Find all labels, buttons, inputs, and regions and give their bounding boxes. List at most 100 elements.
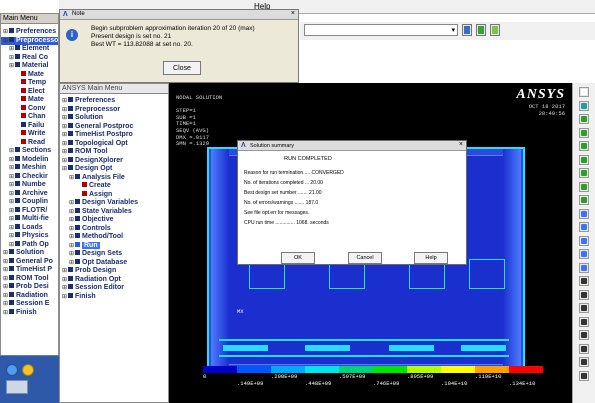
main-menu-item[interactable]: ⊞ Checkir (1, 172, 58, 182)
ansys-menu-item[interactable]: ⊞ Preferences (60, 97, 168, 106)
main-menu-item[interactable]: ⊞ Meshin (1, 164, 58, 173)
view-tool-button[interactable] (579, 154, 589, 165)
ansys-menu-item[interactable]: Create (60, 182, 168, 191)
globe-icon[interactable] (6, 364, 18, 376)
ie-icon[interactable] (22, 364, 34, 376)
save-icon[interactable] (462, 24, 472, 36)
main-menu-item[interactable]: ⊞ Material (1, 62, 58, 71)
cancel-button[interactable]: Cancel (348, 252, 382, 264)
main-menu-item[interactable]: Chan (1, 113, 58, 122)
ansys-menu-item[interactable]: ⊞ Design Opt (60, 165, 168, 174)
view-tool-button[interactable] (579, 100, 589, 111)
view-tool-button[interactable] (579, 262, 589, 273)
main-menu-item[interactable]: Mate (1, 96, 58, 105)
ansys-menu-item[interactable]: ⊞ DesignXplorer (60, 156, 168, 166)
view-tool-button[interactable] (579, 208, 589, 219)
view-tool-button[interactable] (579, 222, 589, 232)
ansys-menu-item[interactable]: ⊞ Topological Opt (60, 139, 168, 149)
command-dropdown[interactable]: ▾ (304, 24, 458, 36)
view-tool-button[interactable] (579, 343, 589, 354)
main-menu-item[interactable]: ⊞ Prob Desi (1, 283, 58, 292)
main-menu-item[interactable]: ⊞ Preprocessor (1, 36, 58, 45)
main-menu-item[interactable]: ⊞ TimeHist P (1, 266, 58, 275)
ansys-menu-item[interactable]: Assign (60, 190, 168, 200)
close-icon[interactable]: × (291, 10, 295, 17)
main-menu-item[interactable]: Read (1, 138, 58, 148)
ansys-menu-item[interactable]: ⊞ Design Sets (60, 250, 168, 259)
main-menu-item[interactable]: Mate (1, 70, 58, 80)
main-menu-item[interactable]: ⊞ FLOTR/ (1, 206, 58, 216)
ansys-menu-item[interactable]: ⊞ Design Variables (60, 199, 168, 208)
main-menu-item[interactable]: Write (1, 130, 58, 139)
ansys-menu-item[interactable]: ⊞ Run (60, 241, 168, 251)
view-tool-button[interactable] (579, 249, 589, 259)
max-marker: MX (237, 308, 244, 315)
ansys-menu-item[interactable]: ⊞ General Postproc (60, 122, 168, 132)
main-menu-item[interactable]: ⊞ Radiation (1, 291, 58, 301)
main-menu-item[interactable]: Failu (1, 121, 58, 131)
ansys-menu-item[interactable]: ⊞ Method/Tool (60, 233, 168, 242)
view-tool-button[interactable] (579, 357, 589, 367)
main-menu-item[interactable]: Temp (1, 79, 58, 88)
main-menu-item[interactable]: ⊞ Session E (1, 300, 58, 309)
main-menu-item[interactable]: ⊞ General Po (1, 257, 58, 267)
ansys-menu-item[interactable]: ⊞ TimeHist Postpro (60, 131, 168, 140)
view-tool-button[interactable] (579, 370, 589, 381)
main-menu-item[interactable]: ⊞ Preferences (1, 28, 58, 37)
main-menu-item[interactable]: ⊞ Couplin (1, 198, 58, 207)
ansys-menu-label: Analysis File (82, 173, 125, 181)
grid-icon[interactable] (490, 24, 500, 36)
ansys-menu-item[interactable]: ⊞ ROM Tool (60, 148, 168, 157)
help-button[interactable]: Help (414, 252, 448, 264)
ok-button[interactable]: OK (281, 252, 315, 264)
ansys-menu-item[interactable]: ⊞ Controls (60, 224, 168, 234)
main-menu-item[interactable]: ⊞ Numbe (1, 181, 58, 190)
view-tool-button[interactable] (579, 235, 589, 246)
ansys-menu-item[interactable]: ⊞ Finish (60, 292, 168, 302)
ansys-menu-label: State Variables (82, 207, 132, 215)
main-menu-item[interactable]: ⊞ Element (1, 45, 58, 54)
view-tool-button[interactable] (579, 195, 589, 205)
view-tool-button[interactable] (579, 276, 589, 286)
main-menu-item[interactable]: ⊞ Solution (1, 249, 58, 258)
view-tool-button[interactable] (579, 127, 589, 138)
main-menu-item[interactable]: ⊞ Physics (1, 232, 58, 241)
ansys-menu-item[interactable]: ⊞ Analysis File (60, 173, 168, 183)
ansys-menu-item[interactable]: ⊞ Prob Design (60, 267, 168, 276)
main-menu-item[interactable]: ⊞ Loads (1, 223, 58, 233)
legend-label: .119E+10 (475, 373, 502, 380)
view-tool-button[interactable] (579, 141, 589, 151)
ansys-menu-item[interactable]: ⊞ Radiation Opt (60, 275, 168, 285)
ansys-menu-item[interactable]: ⊞ State Variables (60, 207, 168, 217)
main-menu-item[interactable]: ⊞ Real Co (1, 53, 58, 63)
ansys-menu-item[interactable]: ⊞ Solution (60, 114, 168, 123)
ansys-menu-item[interactable]: ⊞ Session Editor (60, 284, 168, 293)
ansys-menu-item[interactable]: ⊞ Objective (60, 216, 168, 225)
main-menu-item[interactable]: Elect (1, 87, 58, 97)
ansys-menu-item[interactable]: ⊞ Preprocessor (60, 105, 168, 115)
main-menu-item[interactable]: ⊞ Modelin (1, 155, 58, 165)
view-tool-button[interactable] (579, 289, 589, 300)
main-menu-item[interactable]: ⊞ Path Op (1, 240, 58, 250)
main-menu-item[interactable]: ⊞ Finish (1, 308, 58, 318)
ansys-menu-item[interactable]: ⊞ Opt Database (60, 258, 168, 268)
view-tool-button[interactable] (579, 87, 589, 97)
view-tool-button[interactable] (579, 114, 589, 124)
main-menu-item[interactable]: ⊞ Multi-fie (1, 215, 58, 224)
ansys-menu-label: Preprocessor (75, 105, 121, 113)
view-tool-button[interactable] (579, 168, 589, 178)
close-icon[interactable]: × (459, 141, 463, 148)
main-menu-item[interactable]: ⊞ Sections (1, 147, 58, 156)
legend-label: .134E+10 (509, 380, 536, 387)
view-tool-button[interactable] (579, 316, 589, 327)
zoom-icon[interactable] (476, 24, 486, 36)
app-icon[interactable] (6, 380, 28, 394)
view-tool-icon (581, 372, 587, 379)
close-button[interactable]: Close (163, 61, 201, 75)
main-menu-item[interactable]: ⊞ Archive (1, 189, 58, 199)
view-tool-button[interactable] (579, 330, 589, 340)
view-tool-button[interactable] (579, 303, 589, 313)
main-menu-item[interactable]: ⊞ ROM Tool (1, 274, 58, 284)
main-menu-item[interactable]: Conv (1, 104, 58, 114)
view-tool-button[interactable] (579, 181, 589, 192)
